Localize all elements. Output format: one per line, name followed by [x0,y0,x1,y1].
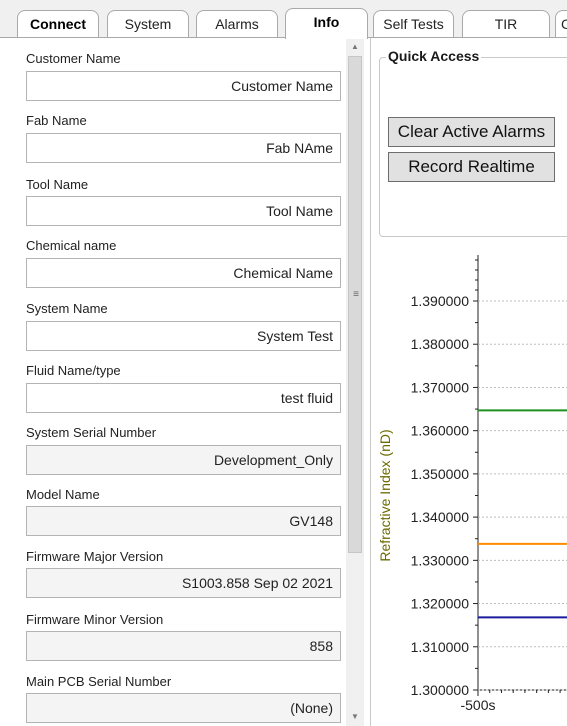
main-pcb-serial-number-field: (None) [26,693,341,723]
firmware-major-version-label: Firmware Major Version [26,549,164,564]
scroll-down-icon[interactable]: ▼ [346,708,364,726]
firmware-major-version-field: S1003.858 Sep 02 2021 [26,568,341,598]
system-serial-number-label: System Serial Number [26,425,157,440]
y-tick-label: 1.340000 [411,509,470,525]
y-tick-label: 1.320000 [411,596,470,612]
chemical-name-field[interactable]: Chemical Name [26,258,341,288]
tab-connect[interactable]: Connect [17,10,99,38]
record-realtime-button[interactable]: Record Realtime [388,152,555,182]
customer-name-label: Customer Name [26,51,121,66]
tool-name-field[interactable]: Tool Name [26,196,341,226]
chemical-name-label: Chemical name [26,238,117,253]
main-pcb-serial-number-label: Main PCB Serial Number [26,674,172,689]
quick-access-title: Quick Access [386,48,482,64]
fab-name-label: Fab Name [26,113,87,128]
fluid-name-field[interactable]: test fluid [26,383,341,413]
model-name-field: GV148 [26,506,341,536]
clear-active-alarms-button[interactable]: Clear Active Alarms [388,117,555,147]
y-tick-label: 1.390000 [411,293,470,309]
firmware-minor-version-label: Firmware Minor Version [26,612,164,627]
y-tick-label: 1.370000 [411,379,470,395]
grip-icon: ≡ [353,289,359,300]
tab-strip-secondary-border [370,37,567,38]
y-tick-label: 1.350000 [411,466,470,482]
y-tick-label: 1.310000 [411,639,470,655]
system-name-field[interactable]: System Test [26,321,341,351]
tab-alarms[interactable]: Alarms [196,10,278,38]
firmware-minor-version-field: 858 [26,631,341,661]
customer-name-field[interactable]: Customer Name [26,71,341,101]
refractive-index-chart: 1.390000 1.380000 1.370000 1.360000 1.350000… [377,255,567,713]
fluid-name-label: Fluid Name/type [26,363,121,378]
y-tick-label: 1.360000 [411,423,470,439]
scroll-up-icon[interactable]: ▲ [346,38,364,56]
system-serial-number-field: Development_Only [26,445,341,475]
fab-name-field[interactable]: Fab NAme [26,133,341,163]
quick-access-group [379,57,567,237]
info-scrollbar[interactable]: ▲ ≡ ▼ [346,38,364,726]
tab-info[interactable]: Info [285,8,368,39]
tab-system[interactable]: System [107,10,189,38]
tab-c[interactable]: C [555,10,567,38]
y-axis-label: Refractive Index (nD) [377,429,393,561]
tab-self-tests[interactable]: Self Tests [373,10,454,38]
y-tick-label: 1.380000 [411,336,470,352]
y-tick-label: 1.300000 [411,682,470,698]
x-tick-label: -500s [460,697,495,713]
scroll-thumb[interactable]: ≡ [348,56,362,553]
system-name-label: System Name [26,301,108,316]
y-tick-label: 1.330000 [411,552,470,568]
tab-tir[interactable]: TIR [462,10,550,38]
model-name-label: Model Name [26,487,100,502]
tool-name-label: Tool Name [26,177,89,192]
